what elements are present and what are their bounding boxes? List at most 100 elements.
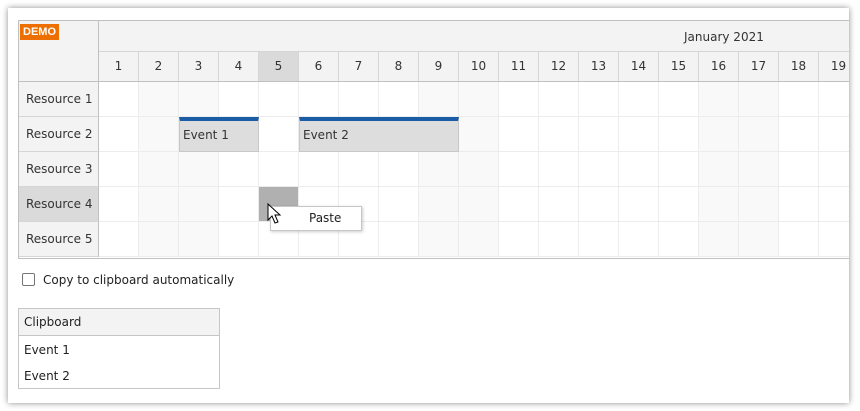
grid-cell[interactable] [699, 82, 739, 117]
day-header-2[interactable]: 2 [139, 52, 179, 81]
day-header-9[interactable]: 9 [419, 52, 459, 81]
grid-cell[interactable] [459, 222, 499, 257]
grid-cell[interactable] [139, 117, 179, 152]
day-header-15[interactable]: 15 [659, 52, 699, 81]
day-header-5[interactable]: 5 [259, 52, 299, 81]
grid-cell[interactable] [179, 152, 219, 187]
day-header-12[interactable]: 12 [539, 52, 579, 81]
grid-cell[interactable] [779, 187, 819, 222]
day-header-6[interactable]: 6 [299, 52, 339, 81]
grid-cell[interactable] [499, 187, 539, 222]
grid-cell[interactable] [819, 187, 849, 222]
grid-cell[interactable] [139, 152, 179, 187]
grid-cell[interactable] [379, 82, 419, 117]
grid-cell[interactable] [299, 152, 339, 187]
grid-cell[interactable] [819, 152, 849, 187]
grid-cell[interactable] [219, 187, 259, 222]
grid-cell[interactable] [99, 117, 139, 152]
grid-cell[interactable] [819, 222, 849, 257]
grid-cell[interactable] [779, 222, 819, 257]
grid-cell[interactable] [619, 117, 659, 152]
grid-cell[interactable] [579, 152, 619, 187]
grid-cell[interactable] [499, 82, 539, 117]
grid-cell[interactable] [579, 82, 619, 117]
grid-cell[interactable] [539, 82, 579, 117]
grid-cell[interactable] [459, 152, 499, 187]
grid-cell[interactable] [499, 222, 539, 257]
grid-cell[interactable] [659, 187, 699, 222]
grid-cell[interactable] [539, 117, 579, 152]
menu-item-paste[interactable]: Paste [271, 207, 361, 230]
grid-cell[interactable] [539, 152, 579, 187]
grid-cell[interactable] [619, 152, 659, 187]
grid-cell[interactable] [579, 187, 619, 222]
grid-cell[interactable] [739, 117, 779, 152]
resource-row-header[interactable]: Resource 3 [19, 152, 99, 187]
day-header-7[interactable]: 7 [339, 52, 379, 81]
grid-cell[interactable] [739, 82, 779, 117]
grid-cell[interactable] [619, 82, 659, 117]
grid-cell[interactable] [539, 187, 579, 222]
grid-cell[interactable] [779, 117, 819, 152]
grid-cell[interactable] [459, 82, 499, 117]
day-header-1[interactable]: 1 [99, 52, 139, 81]
grid-cell[interactable] [259, 152, 299, 187]
grid-cell[interactable] [339, 82, 379, 117]
resource-row-header[interactable]: Resource 5 [19, 222, 99, 257]
grid-cell[interactable] [579, 222, 619, 257]
day-header-17[interactable]: 17 [739, 52, 779, 81]
grid-cell[interactable] [179, 222, 219, 257]
grid-cell[interactable] [419, 152, 459, 187]
grid-cell[interactable] [419, 222, 459, 257]
checkbox-unchecked-icon[interactable] [22, 273, 35, 286]
grid-cell[interactable] [659, 117, 699, 152]
grid-cell[interactable] [739, 222, 779, 257]
grid-cell[interactable] [99, 152, 139, 187]
day-header-16[interactable]: 16 [699, 52, 739, 81]
grid-cell[interactable] [99, 82, 139, 117]
grid-cell[interactable] [699, 187, 739, 222]
grid-cell[interactable] [579, 117, 619, 152]
grid-cell[interactable] [339, 152, 379, 187]
grid-cell[interactable] [619, 222, 659, 257]
grid-cell[interactable] [739, 187, 779, 222]
event-block[interactable]: Event 1 [179, 117, 259, 152]
day-header-18[interactable]: 18 [779, 52, 819, 81]
grid-cell[interactable] [99, 222, 139, 257]
grid-cell[interactable] [139, 187, 179, 222]
grid-cell[interactable] [659, 82, 699, 117]
grid-cell[interactable] [459, 187, 499, 222]
grid-cell[interactable] [739, 152, 779, 187]
day-header-3[interactable]: 3 [179, 52, 219, 81]
grid-cell[interactable] [819, 82, 849, 117]
grid-cell[interactable] [779, 152, 819, 187]
grid-cell[interactable] [499, 117, 539, 152]
grid-cell[interactable] [99, 187, 139, 222]
grid-cell[interactable] [139, 222, 179, 257]
grid-cell[interactable] [619, 187, 659, 222]
grid-cell[interactable] [819, 117, 849, 152]
grid-cell[interactable] [259, 82, 299, 117]
grid-cell[interactable] [699, 152, 739, 187]
scheduler-grid[interactable]: Event 1 Event 2 [99, 82, 849, 259]
grid-cell[interactable] [459, 117, 499, 152]
grid-cell[interactable] [179, 187, 219, 222]
grid-cell[interactable] [179, 82, 219, 117]
grid-cell[interactable] [499, 152, 539, 187]
event-block[interactable]: Event 2 [299, 117, 459, 152]
day-header-10[interactable]: 10 [459, 52, 499, 81]
grid-cell[interactable] [379, 222, 419, 257]
grid-cell[interactable] [379, 152, 419, 187]
day-header-19[interactable]: 19 [819, 52, 849, 81]
resource-row-header[interactable]: Resource 1 [19, 82, 99, 117]
copy-option-label[interactable]: Copy to clipboard automatically [43, 273, 234, 287]
grid-cell[interactable] [539, 222, 579, 257]
day-header-8[interactable]: 8 [379, 52, 419, 81]
grid-cell[interactable] [219, 82, 259, 117]
grid-cell[interactable] [779, 82, 819, 117]
grid-cell[interactable] [379, 187, 419, 222]
grid-cell[interactable] [219, 152, 259, 187]
grid-cell[interactable] [659, 222, 699, 257]
day-header-4[interactable]: 4 [219, 52, 259, 81]
resource-row-header[interactable]: Resource 2 [19, 117, 99, 152]
